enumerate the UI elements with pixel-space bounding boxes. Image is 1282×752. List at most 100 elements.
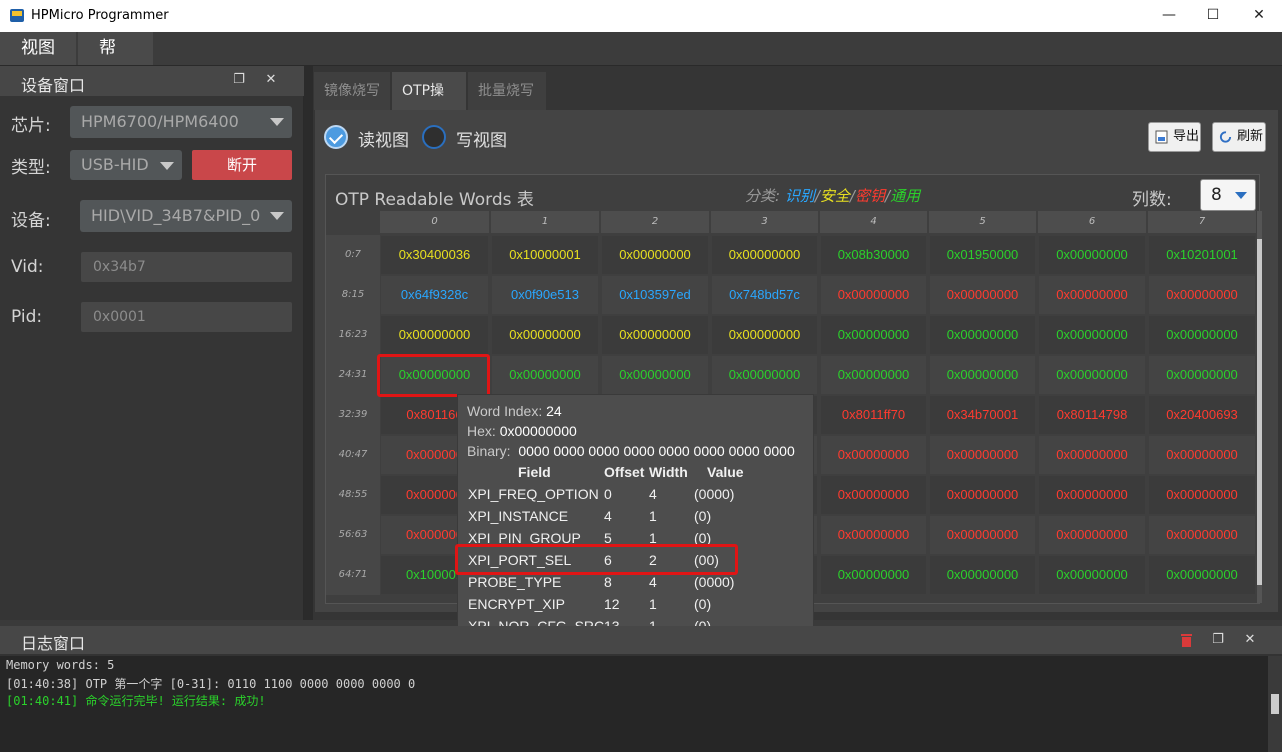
otp-word-cell[interactable]: 0x00000000 bbox=[1039, 276, 1145, 314]
menu-view[interactable]: 视图 bbox=[0, 32, 76, 65]
read-view-label[interactable]: 读视图 bbox=[358, 126, 409, 151]
otp-word-cell[interactable]: 0x00000000 bbox=[1039, 236, 1145, 274]
column-header: 6 bbox=[1038, 211, 1146, 233]
tab-otp[interactable]: OTP操作 bbox=[392, 72, 466, 137]
otp-word-cell[interactable]: 0x00000000 bbox=[381, 316, 488, 354]
otp-word-cell[interactable]: 0x00000000 bbox=[492, 356, 598, 394]
otp-word-cell[interactable]: 0x00000000 bbox=[821, 436, 926, 474]
otp-word-cell[interactable]: 0x8011ff70 bbox=[821, 396, 926, 434]
otp-word-cell[interactable]: 0x00000000 bbox=[1039, 476, 1145, 514]
refresh-button[interactable]: 刷新 bbox=[1212, 122, 1266, 152]
close-icon[interactable]: ✕ bbox=[1244, 633, 1256, 646]
table-scrollbar[interactable] bbox=[1257, 211, 1262, 603]
otp-word-cell[interactable]: 0x30400036 bbox=[381, 236, 488, 274]
log-output[interactable]: Memory words: 5 [01:40:38] OTP 第一个字 [0-31… bbox=[0, 656, 1268, 752]
otp-word-cell[interactable]: 0x00000000 bbox=[930, 316, 1035, 354]
otp-word-cell[interactable]: 0x00000000 bbox=[1149, 476, 1255, 514]
maximize-button[interactable]: ☐ bbox=[1190, 0, 1236, 32]
write-view-label[interactable]: 写视图 bbox=[456, 126, 507, 151]
log-line: [01:40:41] 命令运行完毕! 运行结果: 成功! bbox=[6, 694, 266, 708]
otp-word-cell[interactable]: 0x00000000 bbox=[492, 316, 598, 354]
device-select[interactable]: HID\VID_34B7&PID_0 bbox=[80, 200, 292, 232]
otp-word-cell[interactable]: 0x10201001 bbox=[1149, 236, 1255, 274]
otp-word-cell[interactable]: 0x00000000 bbox=[930, 556, 1035, 594]
close-button[interactable]: ✕ bbox=[1236, 0, 1282, 32]
row-header: 56:63 bbox=[326, 515, 380, 555]
scrollbar-thumb[interactable] bbox=[1271, 694, 1279, 714]
otp-word-cell[interactable]: 0x00000000 bbox=[821, 516, 926, 554]
otp-word-cell[interactable]: 0x00000000 bbox=[821, 316, 926, 354]
column-header: 1 bbox=[491, 211, 599, 233]
otp-word-cell[interactable]: 0x00000000 bbox=[930, 476, 1035, 514]
read-view-radio[interactable] bbox=[324, 125, 348, 149]
otp-word-cell[interactable]: 0x00000000 bbox=[930, 356, 1035, 394]
pid-field[interactable]: 0x0001 bbox=[81, 302, 292, 332]
otp-word-cell[interactable]: 0x00000000 bbox=[1149, 436, 1255, 474]
otp-word-cell[interactable]: 0x00000000 bbox=[712, 356, 817, 394]
panel-splitter[interactable] bbox=[304, 66, 313, 620]
offset-header: Offset bbox=[604, 464, 645, 480]
field-width: 4 bbox=[649, 486, 657, 502]
otp-word-cell[interactable]: 0x00000000 bbox=[1149, 276, 1255, 314]
otp-word-cell[interactable]: 0x00000000 bbox=[1039, 516, 1145, 554]
otp-word-cell[interactable]: 0x00000000 bbox=[1039, 316, 1145, 354]
otp-word-cell[interactable]: 0x10000001 bbox=[492, 236, 598, 274]
row-header: 16:23 bbox=[326, 315, 380, 355]
log-scrollbar[interactable] bbox=[1268, 656, 1282, 752]
otp-word-cell[interactable]: 0x00000000 bbox=[1149, 316, 1255, 354]
field-offset: 0 bbox=[604, 486, 612, 502]
otp-word-cell[interactable]: 0x00000000 bbox=[1149, 356, 1255, 394]
refresh-label: 刷新 bbox=[1237, 129, 1264, 144]
otp-word-cell[interactable]: 0x00000000 bbox=[821, 356, 926, 394]
otp-word-cell[interactable]: 0x00000000 bbox=[602, 236, 708, 274]
columns-select[interactable]: 8 bbox=[1200, 179, 1256, 211]
otp-word-cell[interactable]: 0x00000000 bbox=[602, 356, 708, 394]
export-icon bbox=[1155, 130, 1168, 144]
write-view-radio[interactable] bbox=[422, 125, 446, 149]
minimize-button[interactable]: — bbox=[1146, 0, 1192, 32]
column-header: 4 bbox=[820, 211, 927, 233]
otp-word-cell[interactable]: 0x00000000 bbox=[1039, 556, 1145, 594]
otp-word-cell[interactable]: 0x00000000 bbox=[930, 436, 1035, 474]
otp-word-cell[interactable]: 0x00000000 bbox=[1149, 556, 1255, 594]
menu-help[interactable]: 帮助 bbox=[78, 32, 153, 91]
otp-word-cell[interactable]: 0x08b30000 bbox=[821, 236, 926, 274]
otp-word-cell[interactable]: 0x00000000 bbox=[821, 476, 926, 514]
otp-word-cell[interactable]: 0x00000000 bbox=[821, 276, 926, 314]
otp-word-cell[interactable]: 0x00000000 bbox=[1039, 436, 1145, 474]
export-button[interactable]: 导出 bbox=[1148, 122, 1201, 152]
float-icon[interactable]: ❐ bbox=[1212, 633, 1224, 646]
trash-icon[interactable] bbox=[1180, 633, 1193, 648]
column-header: 2 bbox=[601, 211, 709, 233]
scrollbar-thumb[interactable] bbox=[1257, 239, 1262, 585]
otp-word-cell[interactable]: 0x64f9328c bbox=[381, 276, 488, 314]
otp-word-cell[interactable]: 0x00000000 bbox=[712, 236, 817, 274]
field-table-header: Field Offset Width Value bbox=[458, 461, 813, 483]
chip-select[interactable]: HPM6700/HPM6400 bbox=[70, 106, 292, 138]
log-line: Memory words: 5 bbox=[6, 658, 115, 672]
otp-word-cell[interactable]: 0x748bd57c bbox=[712, 276, 817, 314]
otp-word-cell[interactable]: 0x20400693 bbox=[1149, 396, 1255, 434]
otp-word-cell[interactable]: 0x0f90e513 bbox=[492, 276, 598, 314]
otp-word-cell[interactable]: 0x103597ed bbox=[602, 276, 708, 314]
window-title: HPMicro Programmer bbox=[31, 8, 169, 23]
otp-word-cell[interactable]: 0x00000000 bbox=[602, 316, 708, 354]
vid-field[interactable]: 0x34b7 bbox=[81, 252, 292, 282]
otp-word-cell[interactable]: 0x80114798 bbox=[1039, 396, 1145, 434]
column-header: 5 bbox=[929, 211, 1036, 233]
otp-word-cell[interactable]: 0x00000000 bbox=[930, 516, 1035, 554]
type-select[interactable]: USB-HID bbox=[70, 150, 182, 180]
tab-batch-flash[interactable]: 批量烧写 bbox=[468, 72, 546, 110]
otp-word-cell[interactable]: 0x00000000 bbox=[1039, 356, 1145, 394]
otp-word-cell[interactable]: 0x00000000 bbox=[930, 276, 1035, 314]
otp-word-cell[interactable]: 0x00000000 bbox=[1149, 516, 1255, 554]
columns-label: 列数: bbox=[1132, 190, 1172, 210]
disconnect-button[interactable]: 断开 bbox=[192, 150, 292, 180]
float-icon[interactable]: ❐ bbox=[233, 73, 245, 86]
close-icon[interactable]: ✕ bbox=[265, 73, 277, 86]
otp-word-cell[interactable]: 0x01950000 bbox=[930, 236, 1035, 274]
tab-image-flash[interactable]: 镜像烧写 bbox=[314, 72, 390, 110]
otp-word-cell[interactable]: 0x34b70001 bbox=[930, 396, 1035, 434]
otp-word-cell[interactable]: 0x00000000 bbox=[821, 556, 926, 594]
otp-word-cell[interactable]: 0x00000000 bbox=[712, 316, 817, 354]
